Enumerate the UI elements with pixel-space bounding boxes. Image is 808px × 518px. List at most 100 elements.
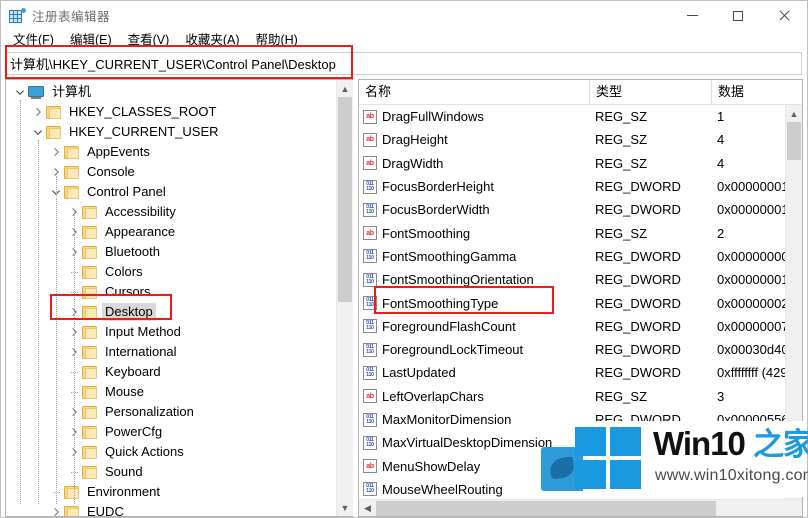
table-row[interactable]: ab MenuShowDelay REG_SZ 400 — [359, 454, 785, 477]
registry-editor-window: 注册表编辑器 文件(F) 编辑(E) 查看(V) 收藏夹(A) 帮助(H) 计算… — [0, 0, 808, 518]
dword-value-icon: 011 110 — [363, 202, 377, 217]
table-row[interactable]: 011 110 MouseWheelRouting REG_DWORD — [359, 478, 785, 499]
list-scroll-down-icon[interactable]: ▼ — [786, 482, 802, 499]
menu-item-help[interactable]: 帮助(H) — [247, 31, 305, 49]
chevron-right-icon[interactable] — [48, 144, 64, 160]
chevron-right-icon[interactable] — [48, 504, 64, 516]
tree-item-label: Quick Actions — [105, 444, 184, 459]
list-hscroll-thumb[interactable] — [376, 500, 716, 516]
cell-type: REG_DWORD — [595, 272, 681, 288]
list-scroll-track[interactable] — [786, 122, 802, 482]
table-row[interactable]: 011 110 ForegroundFlashCount REG_DWORD 0x000… — [359, 315, 785, 338]
cell-name: ab LeftOverlapChars — [359, 389, 589, 404]
value-name: LeftOverlapChars — [382, 388, 484, 404]
menu-item-view[interactable]: 查看(V) — [120, 31, 178, 49]
minimize-button[interactable] — [669, 1, 715, 30]
value-name: ForegroundLockTimeout — [382, 342, 524, 358]
tree-scroll-down-icon[interactable]: ▼ — [337, 499, 353, 516]
column-header-type[interactable]: 类型 — [589, 80, 711, 104]
tree-item-label: Desktop — [102, 303, 156, 321]
cell-data: 1 — [717, 109, 725, 125]
table-row[interactable]: 011 110 FontSmoothingOrientation REG_DWORD 0… — [359, 268, 785, 291]
list-horizontal-scrollbar[interactable]: ◀ — [359, 499, 802, 516]
tree-scroll-track[interactable] — [337, 97, 353, 499]
cell-type: REG_DWORD — [595, 318, 681, 334]
window-controls — [669, 1, 807, 30]
list-scroll-thumb[interactable] — [787, 122, 801, 160]
cell-name: 011 110 FontSmoothingGamma — [359, 249, 589, 264]
cell-type: REG_DWORD — [595, 295, 681, 311]
list-vertical-scrollbar[interactable]: ▲ ▼ — [785, 105, 802, 499]
table-row[interactable]: 011 110 LastUpdated REG_DWORD 0xffffffff (42… — [359, 361, 785, 384]
table-row[interactable]: 011 110 FontSmoothingGamma REG_DWORD 0x00000… — [359, 245, 785, 268]
table-row[interactable]: 011 110 MaxVirtualDesktopDimension REG_DWOR… — [359, 431, 785, 454]
table-row[interactable]: ab DragFullWindows REG_SZ 1 — [359, 105, 785, 128]
value-name: DragHeight — [382, 132, 448, 148]
table-row[interactable]: 011 110 MaxMonitorDimension REG_DWORD 0x0000… — [359, 408, 785, 431]
table-row[interactable]: 011 110 ForegroundLockTimeout REG_DWORD 0x00… — [359, 338, 785, 361]
list-header: 名称 类型 数据 — [359, 80, 802, 105]
list-hscroll-track[interactable] — [376, 500, 802, 517]
chevron-right-icon[interactable] — [30, 104, 46, 120]
folder-icon — [82, 345, 97, 359]
chevron-down-icon[interactable] — [30, 124, 46, 140]
tree-item-hkey-current-user[interactable]: HKEY_CURRENT_USER — [6, 122, 336, 142]
cell-type: REG_SZ — [595, 458, 648, 474]
cell-data: 3 — [717, 388, 725, 404]
tree-item-eudc[interactable]: EUDC — [6, 502, 336, 516]
cell-type: REG_SZ — [595, 155, 648, 171]
menu-bar: 文件(F) 编辑(E) 查看(V) 收藏夹(A) 帮助(H) — [1, 30, 807, 49]
cell-type: REG_DWORD — [595, 412, 681, 427]
folder-icon — [82, 225, 97, 239]
table-row[interactable]: 011 110 FocusBorderHeight REG_DWORD 0x000000… — [359, 175, 785, 198]
tree-item-label: 计算机 — [52, 84, 92, 99]
folder-icon — [82, 265, 97, 279]
table-row[interactable]: 011 110 FocusBorderWidth REG_DWORD 0x0000000… — [359, 198, 785, 221]
list-scroll-up-icon[interactable]: ▲ — [786, 105, 802, 122]
tree-item--[interactable]: 计算机 — [6, 82, 336, 102]
cell-type: REG_SZ — [595, 225, 648, 241]
registry-values-pane: 名称 类型 数据 ab DragFullWindows REG_SZ 1 ab DragH… — [358, 79, 803, 517]
table-row[interactable]: ab DragWidth REG_SZ 4 — [359, 152, 785, 175]
cell-name: 011 110 MouseWheelRouting — [359, 482, 589, 497]
tree-item-label: Sound — [105, 464, 143, 479]
tree-vertical-scrollbar[interactable]: ▲ ▼ — [336, 80, 353, 516]
folder-icon — [64, 185, 79, 199]
value-name: DragFullWindows — [382, 109, 484, 125]
table-row[interactable]: ab LeftOverlapChars REG_SZ 3 — [359, 385, 785, 408]
tree-guide-line — [74, 212, 75, 504]
column-header-data[interactable]: 数据 — [711, 80, 802, 104]
cell-data: 4 — [717, 132, 725, 148]
tree-item-hkey-classes-root[interactable]: HKEY_CLASSES_ROOT — [6, 102, 336, 122]
folder-icon — [64, 485, 79, 499]
folder-icon — [82, 445, 97, 459]
folder-icon — [82, 405, 97, 419]
column-header-name[interactable]: 名称 — [359, 80, 589, 104]
tree-scroll-up-icon[interactable]: ▲ — [337, 80, 353, 97]
dword-value-icon: 011 110 — [363, 435, 377, 450]
menu-item-file[interactable]: 文件(F) — [5, 31, 62, 49]
registry-editor-icon — [9, 7, 26, 24]
registry-values-list[interactable]: ab DragFullWindows REG_SZ 1 ab DragHeight REG_… — [359, 105, 785, 499]
table-row[interactable]: 011 110 FontSmoothingType REG_DWORD 0x000000… — [359, 291, 785, 314]
cell-type: REG_DWORD — [595, 481, 681, 497]
dword-value-icon: 011 110 — [363, 365, 377, 380]
address-bar[interactable]: 计算机\HKEY_CURRENT_USER\Control Panel\Desk… — [5, 52, 802, 75]
dword-value-icon: 011 110 — [363, 412, 377, 427]
close-button[interactable] — [761, 1, 807, 30]
menu-item-edit[interactable]: 编辑(E) — [62, 31, 120, 49]
chevron-down-icon[interactable] — [12, 84, 28, 100]
maximize-button[interactable] — [715, 1, 761, 30]
list-scroll-left-icon[interactable]: ◀ — [359, 503, 376, 514]
table-row[interactable]: ab DragHeight REG_SZ 4 — [359, 128, 785, 151]
menu-item-favorites[interactable]: 收藏夹(A) — [177, 31, 247, 49]
tree-item-label: Console — [87, 164, 135, 179]
registry-tree[interactable]: 计算机 HKEY_CLASSES_ROOT HKEY_CURRENT_USER App… — [6, 80, 336, 516]
string-value-icon: ab — [363, 109, 377, 124]
folder-icon — [64, 145, 79, 159]
tree-scroll-thumb[interactable] — [338, 97, 352, 302]
folder-icon — [82, 325, 97, 339]
dword-value-icon: 011 110 — [363, 296, 377, 311]
table-row[interactable]: ab FontSmoothing REG_SZ 2 — [359, 221, 785, 244]
tree-item-appevents[interactable]: AppEvents — [6, 142, 336, 162]
